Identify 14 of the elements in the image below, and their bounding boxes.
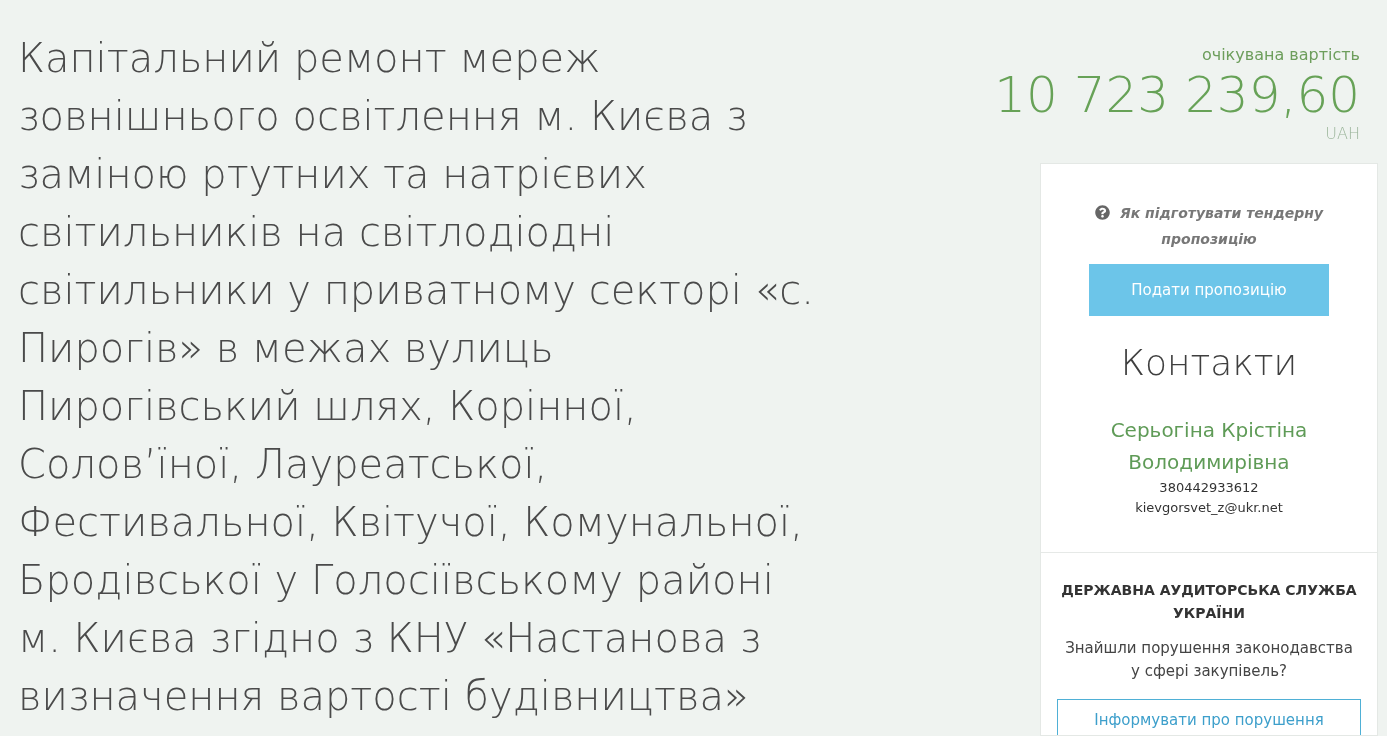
contact-email: kievgorsvet_z@ukr.net: [1135, 499, 1283, 517]
contact-phone: 380442933612: [1159, 479, 1259, 497]
report-violation-button[interactable]: Інформувати про порушення: [1057, 699, 1361, 735]
help-icon: [1094, 205, 1110, 220]
help-link[interactable]: Як підготувати тендерну пропозицію: [1084, 200, 1334, 252]
tender-title: Капітальний ремонт мереж зовнішнього освітлення м. Києва з заміною ртутних та натрієвих світильників на світлодіодні світильники у приватному секторі «с. Пирогів» в межах вулиць Пирогівський шлях, Корінної, Солов’їної, Лауреатської, Фестивальної, Квітучої, Комунальної, Бродівської у Голосіївському районі м. Києва згідно з КНУ «Настанова з визначення вартості будівництва»: [18, 34, 815, 721]
contacts-heading: Контакти: [1120, 341, 1298, 385]
expected-value-amount: 10 723 239,60: [994, 66, 1360, 124]
contact-name: Серьогіна Крістіна Володимирівна: [1109, 417, 1309, 476]
submit-proposal-button[interactable]: Подати пропозицію: [1089, 264, 1329, 316]
currency-label: UAH: [1325, 124, 1360, 144]
expected-value-label: очікувана вартість: [1201, 44, 1360, 66]
audit-question: Знайшли порушення законодавства у сфері закупівель?: [1064, 638, 1354, 682]
audit-service-heading: ДЕРЖАВНА АУДИТОРСЬКА СЛУЖБА УКРАЇНИ: [1060, 581, 1358, 623]
